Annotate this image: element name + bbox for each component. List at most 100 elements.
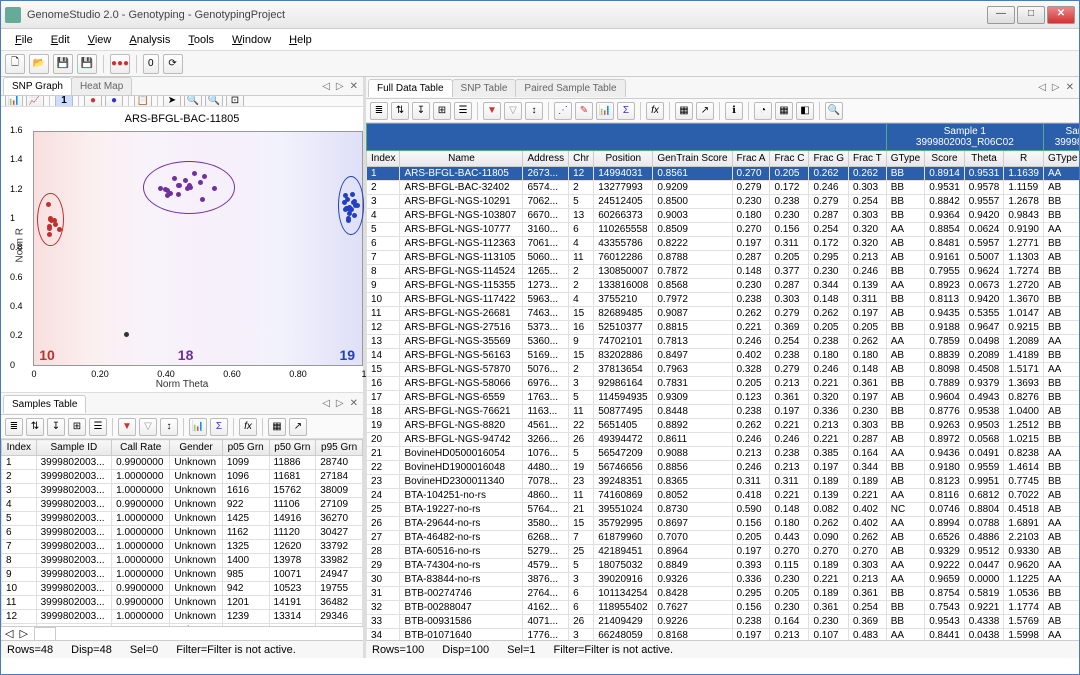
table-row[interactable]: 26BTA-29644-no-rs3580...15357929950.8697… xyxy=(367,517,1080,531)
table-row[interactable]: 16ARS-BFGL-NGS-580666976...3929861640.78… xyxy=(367,377,1080,391)
tab-heat-map[interactable]: Heat Map xyxy=(71,77,132,95)
table-row[interactable]: 6ARS-BFGL-NGS-1123637061...4433557860.82… xyxy=(367,237,1080,251)
dt-export-icon[interactable]: ↗ xyxy=(696,102,714,120)
samples-col-header[interactable]: Sample ID xyxy=(36,440,111,456)
st-icon-2[interactable]: ⇅ xyxy=(26,418,44,436)
st-stats-icon[interactable]: Σ xyxy=(210,418,228,436)
sample-group-1[interactable]: Sample 13999802003_R06C02 xyxy=(886,124,1043,151)
table-row[interactable]: 73999802003...1.0000000Unknown1325126203… xyxy=(2,540,363,554)
data-prev-icon[interactable]: ◁ xyxy=(1035,82,1049,93)
dt-stats-icon[interactable]: Σ xyxy=(617,102,635,120)
table-row[interactable]: 2ARS-BFGL-BAC-324026574...2132779930.920… xyxy=(367,181,1080,195)
table-row[interactable]: 20ARS-BFGL-NGS-947423266...26493944720.8… xyxy=(367,433,1080,447)
data-col-header[interactable]: Frac A xyxy=(732,151,770,167)
st-icon-3[interactable]: ↧ xyxy=(47,418,65,436)
maximize-button[interactable]: □ xyxy=(1017,6,1045,24)
table-row[interactable]: 103999802003...0.9900000Unknown942105231… xyxy=(2,582,363,596)
dt-clear-filter-icon[interactable]: ▽ xyxy=(504,102,522,120)
dt-search-icon[interactable]: 🔍 xyxy=(825,102,843,120)
table-row[interactable]: 12ARS-BFGL-NGS-275165373...16525103770.8… xyxy=(367,321,1080,335)
tab-snp-graph[interactable]: SNP Graph xyxy=(3,77,72,95)
table-row[interactable]: 15ARS-BFGL-NGS-578705076...2378136540.79… xyxy=(367,363,1080,377)
menu-analysis[interactable]: Analysis xyxy=(121,32,178,48)
table-row[interactable]: 33BTB-009315864071...26214094290.92260.2… xyxy=(367,615,1080,629)
st-chart-icon[interactable]: 📊 xyxy=(189,418,207,436)
data-col-header[interactable]: Name xyxy=(400,151,523,167)
dt-fx-icon[interactable]: fx xyxy=(646,102,664,120)
panel-prev-icon[interactable]: ◁ xyxy=(319,81,333,92)
data-subcol-header[interactable]: Score xyxy=(925,151,965,167)
data-col-header[interactable]: Position xyxy=(594,151,653,167)
dt-chart-icon[interactable]: 📊 xyxy=(596,102,614,120)
table-row[interactable]: 7ARS-BFGL-NGS-1131055060...11760122860.8… xyxy=(367,251,1080,265)
table-row[interactable]: 10ARS-BFGL-NGS-1174225963...437552100.79… xyxy=(367,293,1080,307)
cluster-icon[interactable]: ●●● xyxy=(110,54,130,74)
samples-col-header[interactable]: p95 Grn xyxy=(316,440,363,456)
blue-dot-icon[interactable]: ● xyxy=(105,96,123,107)
tab-paired-sample[interactable]: Paired Sample Table xyxy=(515,79,625,97)
zoom-icon[interactable]: 🔍 xyxy=(184,96,202,107)
table-row[interactable]: 31BTB-002747462764...61011342540.84280.2… xyxy=(367,587,1080,601)
st-export-icon[interactable]: ↗ xyxy=(289,418,307,436)
tab-snp-table[interactable]: SNP Table xyxy=(452,79,517,97)
close-button[interactable]: ✕ xyxy=(1047,6,1075,24)
table-row[interactable]: 19ARS-BFGL-NGS-88204561...2256514050.889… xyxy=(367,419,1080,433)
table-row[interactable]: 93999802003...1.0000000Unknown9851007124… xyxy=(2,568,363,582)
minimize-button[interactable]: — xyxy=(987,6,1015,24)
table-row[interactable]: 123999802003...1.0000000Unknown123913314… xyxy=(2,610,363,624)
chart2-icon[interactable]: 📈 xyxy=(26,96,44,107)
st-fx-icon[interactable]: fx xyxy=(239,418,257,436)
data-col-header[interactable]: Chr xyxy=(569,151,594,167)
one-button[interactable]: 1 xyxy=(55,96,73,107)
copy-icon[interactable]: 📋 xyxy=(134,96,152,107)
table-row[interactable]: 25BTA-19227-no-rs5764...21395510240.8730… xyxy=(367,503,1080,517)
data-col-header[interactable]: Frac G xyxy=(809,151,849,167)
menu-help[interactable]: Help xyxy=(281,32,320,48)
table-row[interactable]: 17ARS-BFGL-NGS-65591763...51145949350.93… xyxy=(367,391,1080,405)
table-row[interactable]: 9ARS-BFGL-NGS-1153551273...21338160080.8… xyxy=(367,279,1080,293)
table-row[interactable]: 32BTB-002880474162...61189554020.76270.1… xyxy=(367,601,1080,615)
menu-tools[interactable]: Tools xyxy=(180,32,222,48)
st-icon-5[interactable]: ☰ xyxy=(89,418,107,436)
table-row[interactable]: 113999802003...0.9900000Unknown120114191… xyxy=(2,596,363,610)
table-row[interactable]: 4ARS-BFGL-NGS-1038076670...13602663730.9… xyxy=(367,209,1080,223)
dt-icon-1[interactable]: ≣ xyxy=(370,102,388,120)
chart-icon[interactable]: 📊 xyxy=(5,96,23,107)
samples-prev-icon[interactable]: ◁ xyxy=(319,398,333,409)
data-col-header[interactable]: Frac T xyxy=(849,151,887,167)
samples-close-icon[interactable]: ✕ xyxy=(347,398,361,409)
data-subcol-header[interactable]: R xyxy=(1004,151,1044,167)
red-dot-icon[interactable]: ● xyxy=(84,96,102,107)
st-icon-1[interactable]: ≣ xyxy=(5,418,23,436)
data-col-header[interactable]: Index xyxy=(367,151,400,167)
menu-view[interactable]: View xyxy=(80,32,120,48)
st-sort-icon[interactable]: ↕ xyxy=(160,418,178,436)
table-row[interactable]: 27BTA-46482-no-rs6268...7618799600.70700… xyxy=(367,531,1080,545)
table-row[interactable]: 43999802003...0.9900000Unknown9221110627… xyxy=(2,498,363,512)
table-row[interactable]: 34BTB-010716401776...3662480590.81680.19… xyxy=(367,629,1080,641)
st-filter-icon[interactable]: ▼ xyxy=(118,418,136,436)
dt-icon-5[interactable]: ☰ xyxy=(454,102,472,120)
data-col-header[interactable]: GenTrain Score xyxy=(653,151,732,167)
st-icon-4[interactable]: ⊞ xyxy=(68,418,86,436)
menu-edit[interactable]: Edit xyxy=(43,32,78,48)
table-row[interactable]: 28BTA-60516-no-rs5279...25421894510.8964… xyxy=(367,545,1080,559)
table-row[interactable]: 3ARS-BFGL-NGS-102917062...5245124050.850… xyxy=(367,195,1080,209)
zoom-out-icon[interactable]: 🔍 xyxy=(205,96,223,107)
table-row[interactable]: 33999802003...1.0000000Unknown1616157623… xyxy=(2,484,363,498)
refresh-icon[interactable]: ⟳ xyxy=(163,54,183,74)
samples-next-icon[interactable]: ▷ xyxy=(333,398,347,409)
save-icon[interactable]: 💾 xyxy=(53,54,73,74)
dt-icon-4[interactable]: ⊞ xyxy=(433,102,451,120)
table-row[interactable]: 13ARS-BFGL-NGS-355695360...9747021010.78… xyxy=(367,335,1080,349)
dt-grid-icon[interactable]: ▦ xyxy=(775,102,793,120)
scatter-plot[interactable]: 00.200.400.600.80100.20.40.60.811.21.41.… xyxy=(33,131,363,366)
table-row[interactable]: 8ARS-BFGL-NGS-1145241265...21308500070.7… xyxy=(367,265,1080,279)
menu-file[interactable]: File xyxy=(7,32,41,48)
tab-full-data[interactable]: Full Data Table xyxy=(368,79,453,97)
samples-col-header[interactable]: p05 Grn xyxy=(222,440,269,456)
st-cols-icon[interactable]: ▦ xyxy=(268,418,286,436)
dt-pie-icon[interactable]: ◔ xyxy=(754,102,772,120)
samples-col-header[interactable]: Index xyxy=(2,440,37,456)
dt-sort-icon[interactable]: ↕ xyxy=(525,102,543,120)
